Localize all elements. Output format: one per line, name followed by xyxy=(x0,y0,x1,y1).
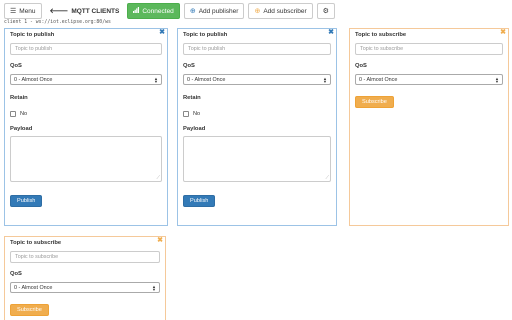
add-subscriber-button[interactable]: ⊕ Add subscriber xyxy=(248,3,313,19)
qos-select[interactable]: 0 - Almost Once ▲ ▼ xyxy=(10,74,162,85)
topic-input[interactable]: Topic to subscribe xyxy=(10,251,160,263)
close-icon[interactable]: ✖ xyxy=(157,237,163,244)
add-publisher-label: Add publisher xyxy=(198,7,239,15)
publisher-panel: ✖ Topic to publish Topic to publish QoS … xyxy=(177,28,337,226)
select-arrows-icon: ▲ ▼ xyxy=(323,75,327,84)
qos-select[interactable]: 0 - Almost Once ▲ ▼ xyxy=(183,74,331,85)
connected-label: Connected xyxy=(142,7,174,15)
payload-label: Payload xyxy=(183,126,206,132)
subscribe-button[interactable]: Subscribe xyxy=(355,96,394,108)
topic-input[interactable]: Topic to publish xyxy=(10,43,162,55)
qos-label: QoS xyxy=(183,63,195,69)
qos-select[interactable]: 0 - Almost Once ▲ ▼ xyxy=(10,282,160,293)
close-icon[interactable]: ✖ xyxy=(159,29,165,36)
retain-option: No xyxy=(193,111,201,117)
select-arrows-icon: ▲ ▼ xyxy=(495,75,499,84)
add-subscriber-label: Add subscriber xyxy=(263,7,307,15)
qos-label: QoS xyxy=(10,63,22,69)
publisher-panel: ✖ Topic to publish Topic to publish QoS … xyxy=(4,28,168,226)
subscriber-panel: ✖ Topic to subscribe Topic to subscribe … xyxy=(4,236,166,320)
connected-button[interactable]: Connected xyxy=(127,3,180,19)
gear-icon: ⚙ xyxy=(322,7,329,15)
resize-grip-icon[interactable]: ⟋ xyxy=(325,176,329,181)
retain-checkbox[interactable] xyxy=(183,111,189,117)
payload-label: Payload xyxy=(10,126,33,132)
qos-select[interactable]: 0 - Almost Once ▲ ▼ xyxy=(355,74,503,85)
qos-label: QoS xyxy=(355,63,367,69)
menu-label: Menu xyxy=(19,7,36,15)
select-arrows-icon: ▲ ▼ xyxy=(154,75,158,84)
topic-label: Topic to subscribe xyxy=(355,32,407,38)
qos-label: QoS xyxy=(10,271,22,277)
plus-circle-icon: ⊕ xyxy=(189,7,196,15)
close-icon[interactable]: ✖ xyxy=(500,29,506,36)
back-label: MQTT CLIENTS xyxy=(71,7,120,15)
retain-label: Retain xyxy=(183,95,201,101)
payload-textarea[interactable]: ⟋ xyxy=(10,136,162,182)
retain-row: No xyxy=(183,111,331,117)
qos-value: 0 - Almost Once xyxy=(187,76,226,83)
back-button[interactable]: 🡐 MQTT CLIENTS xyxy=(45,3,124,19)
publish-button[interactable]: Publish xyxy=(183,195,216,207)
topic-label: Topic to publish xyxy=(10,32,55,38)
subscriber-panel: ✖ Topic to subscribe Topic to subscribe … xyxy=(349,28,509,226)
topic-input[interactable]: Topic to subscribe xyxy=(355,43,503,55)
signal-icon xyxy=(133,7,140,15)
client-info: client 1 - ws://iot.eclipse.org:80/ws xyxy=(4,20,111,25)
payload-textarea[interactable]: ⟋ xyxy=(183,136,331,182)
menu-button[interactable]: ☰ Menu xyxy=(4,3,42,19)
topic-label: Topic to subscribe xyxy=(10,240,62,246)
arrow-left-icon: 🡐 xyxy=(49,7,69,15)
retain-row: No xyxy=(10,111,162,117)
subscribe-button[interactable]: Subscribe xyxy=(10,304,49,316)
resize-grip-icon[interactable]: ⟋ xyxy=(156,176,160,181)
settings-button[interactable]: ⚙ xyxy=(316,3,335,19)
plus-circle-icon: ⊕ xyxy=(254,7,261,15)
topic-input[interactable]: Topic to publish xyxy=(183,43,331,55)
retain-label: Retain xyxy=(10,95,28,101)
toolbar: ☰ Menu 🡐 MQTT CLIENTS Connected ⊕ Add pu… xyxy=(4,3,335,19)
add-publisher-button[interactable]: ⊕ Add publisher xyxy=(183,3,245,19)
qos-value: 0 - Almost Once xyxy=(14,76,53,83)
retain-option: No xyxy=(20,111,28,117)
hamburger-icon: ☰ xyxy=(10,7,17,15)
select-arrows-icon: ▲ ▼ xyxy=(152,283,156,292)
qos-value: 0 - Almost Once xyxy=(359,76,398,83)
close-icon[interactable]: ✖ xyxy=(328,29,334,36)
retain-checkbox[interactable] xyxy=(10,111,16,117)
topic-label: Topic to publish xyxy=(183,32,228,38)
publish-button[interactable]: Publish xyxy=(10,195,43,207)
qos-value: 0 - Almost Once xyxy=(14,284,53,291)
